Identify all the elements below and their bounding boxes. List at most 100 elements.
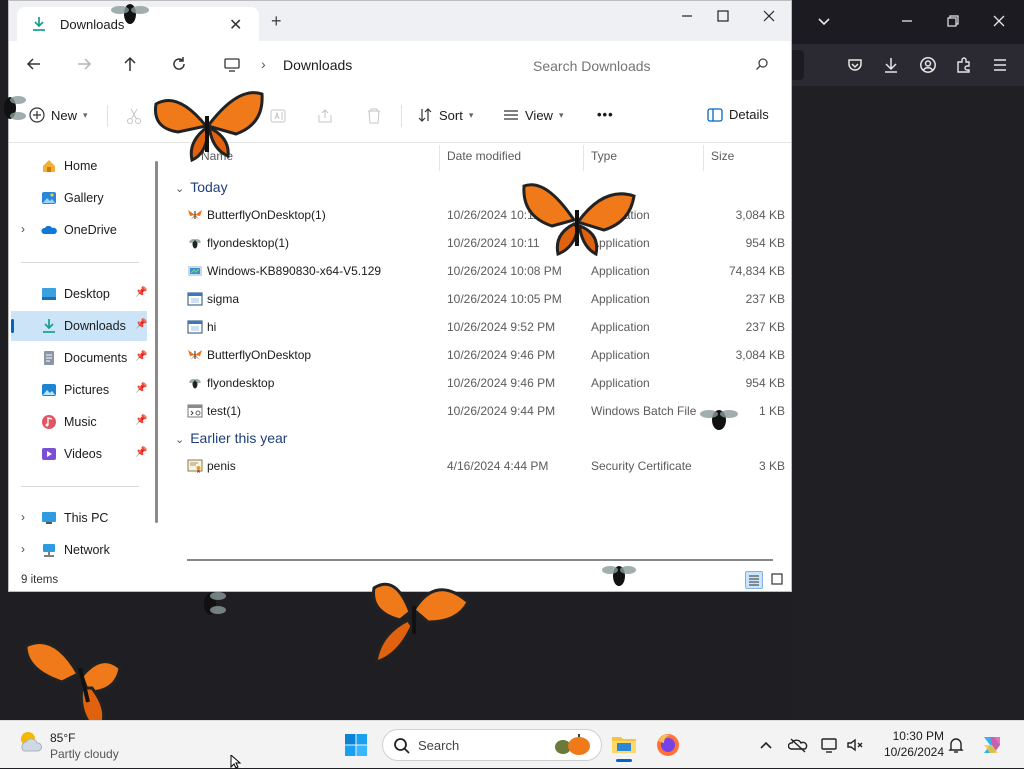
refresh-icon[interactable] [170, 55, 192, 77]
system-clock[interactable]: 10:30 PM 10/26/2024 [872, 729, 944, 759]
group-header-earlier-this-year[interactable]: ⌄ Earlier this year [175, 430, 287, 446]
start-button[interactable] [344, 733, 368, 757]
sidebar-item-this-pc[interactable]: › This PC [11, 503, 147, 533]
pocket-icon[interactable] [846, 56, 866, 74]
close-button[interactable] [749, 7, 789, 27]
browser-url-bar-edge[interactable] [792, 50, 804, 80]
view-button[interactable]: View ▾ [503, 107, 563, 123]
new-tab-button[interactable]: + [271, 12, 282, 30]
pin-icon[interactable]: 📌 [135, 319, 147, 330]
fly-overlay [204, 592, 226, 615]
active-indicator [616, 759, 632, 762]
cut-icon[interactable] [125, 107, 143, 125]
sidebar-item-pictures[interactable]: Pictures 📌 [11, 375, 147, 405]
sidebar-item-downloads[interactable]: Downloads 📌 [11, 311, 147, 341]
search-input[interactable] [531, 55, 745, 77]
chevron-down-icon: ▾ [83, 109, 88, 120]
app-window-icon [187, 319, 203, 335]
file-row[interactable]: Windows-KB890830-x64-V5.129 10/26/2024 1… [165, 257, 791, 285]
more-options-button[interactable]: ••• [597, 107, 614, 122]
column-divider[interactable] [703, 145, 704, 171]
pin-icon[interactable]: 📌 [135, 351, 147, 362]
pin-icon[interactable]: 📌 [135, 383, 147, 394]
sidebar-item-home[interactable]: Home [11, 151, 147, 181]
taskbar-firefox[interactable] [652, 729, 684, 761]
copilot-icon[interactable] [978, 731, 1006, 759]
chevron-right-icon[interactable]: › [21, 510, 25, 524]
sidebar-item-videos[interactable]: Videos 📌 [11, 439, 147, 469]
pin-icon[interactable]: 📌 [135, 447, 147, 458]
sidebar-item-documents[interactable]: Documents 📌 [11, 343, 147, 373]
music-icon [41, 414, 57, 430]
file-row[interactable]: sigma 10/26/2024 10:05 PM Application 23… [165, 285, 791, 313]
group-header-today[interactable]: ⌄ Today [175, 179, 228, 195]
column-divider[interactable] [583, 145, 584, 171]
sidebar-item-desktop[interactable]: Desktop 📌 [11, 279, 147, 309]
pc-icon [41, 510, 57, 526]
taskbar-file-explorer[interactable] [608, 729, 640, 762]
breadcrumb[interactable]: Downloads [283, 57, 352, 73]
chevron-right-icon[interactable]: › [21, 542, 25, 556]
restore-icon[interactable] [945, 13, 965, 29]
chevron-down-icon[interactable] [816, 13, 836, 29]
address-bar[interactable]: › Downloads [215, 49, 513, 81]
installer-icon [187, 263, 203, 279]
file-row[interactable]: ButterflyOnDesktop(1) 10/26/2024 10:11 A… [165, 201, 791, 229]
new-button[interactable]: New ▾ [29, 107, 88, 123]
horizontal-scrollbar[interactable] [187, 559, 773, 561]
up-arrow-icon[interactable] [121, 55, 143, 77]
taskbar-search[interactable]: Search [382, 729, 602, 761]
tiles-view-button[interactable] [769, 571, 787, 589]
minimize-button[interactable] [667, 7, 707, 27]
file-list: Name Date modified Type Size ⌄ Today Butt… [165, 143, 791, 567]
divider [21, 486, 139, 487]
forward-arrow-icon[interactable] [75, 55, 97, 77]
chevron-up-icon[interactable] [756, 735, 776, 755]
close-tab-icon[interactable]: ✕ [229, 15, 242, 35]
column-header-size[interactable]: Size [711, 149, 734, 163]
details-pane-button[interactable]: Details [707, 107, 769, 122]
minimize-icon[interactable] [899, 13, 919, 29]
details-view-button[interactable] [745, 571, 763, 589]
extensions-icon[interactable] [955, 56, 975, 74]
network-icon[interactable] [820, 735, 840, 755]
column-header-type[interactable]: Type [591, 149, 617, 163]
pin-icon[interactable]: 📌 [135, 415, 147, 426]
sidebar-scrollbar[interactable] [155, 161, 158, 523]
chevron-right-icon[interactable]: › [21, 222, 25, 236]
menu-icon[interactable] [991, 56, 1011, 74]
file-row[interactable]: test(1) 10/26/2024 9:44 PM Windows Batch… [165, 397, 791, 425]
butterfly-overlay [153, 91, 264, 163]
divider [107, 105, 108, 127]
volume-muted-icon[interactable] [845, 735, 865, 755]
onedrive-sync-icon[interactable] [787, 735, 808, 755]
column-divider[interactable] [439, 145, 440, 171]
sidebar-item-network[interactable]: › Network [11, 535, 147, 565]
close-icon[interactable] [991, 13, 1011, 29]
search-icon[interactable] [755, 57, 769, 76]
file-row[interactable]: penis 4/16/2024 4:44 PM Security Certifi… [165, 452, 791, 480]
file-row[interactable]: hi 10/26/2024 9:52 PM Application 237 KB [165, 313, 791, 341]
rename-icon[interactable] [269, 107, 287, 125]
file-row[interactable]: ButterflyOnDesktop 10/26/2024 9:46 PM Ap… [165, 341, 791, 369]
share-icon[interactable] [316, 107, 334, 125]
file-row[interactable]: flyondesktop 10/26/2024 9:46 PM Applicat… [165, 369, 791, 397]
pin-icon[interactable]: 📌 [135, 287, 147, 298]
delete-icon[interactable] [365, 107, 383, 125]
sort-button[interactable]: Sort ▾ [417, 107, 473, 123]
download-icon[interactable] [882, 56, 902, 74]
divider [401, 105, 402, 127]
file-row[interactable]: flyondesktop(1) 10/26/2024 10:11 Applica… [165, 229, 791, 257]
maximize-button[interactable] [703, 7, 743, 27]
view-button-label: View [525, 107, 553, 123]
sidebar-item-onedrive[interactable]: › OneDrive [11, 215, 147, 245]
back-arrow-icon[interactable] [25, 55, 47, 77]
account-icon[interactable] [919, 56, 939, 74]
column-header-date[interactable]: Date modified [447, 149, 521, 163]
chevron-right-icon[interactable]: › [261, 56, 266, 72]
weather-widget[interactable]: 85°F Partly cloudy [16, 727, 119, 762]
notification-bell-icon[interactable] [946, 735, 966, 755]
sidebar-item-music[interactable]: Music 📌 [11, 407, 147, 437]
sidebar-item-gallery[interactable]: Gallery [11, 183, 147, 213]
search-box[interactable] [519, 49, 783, 81]
